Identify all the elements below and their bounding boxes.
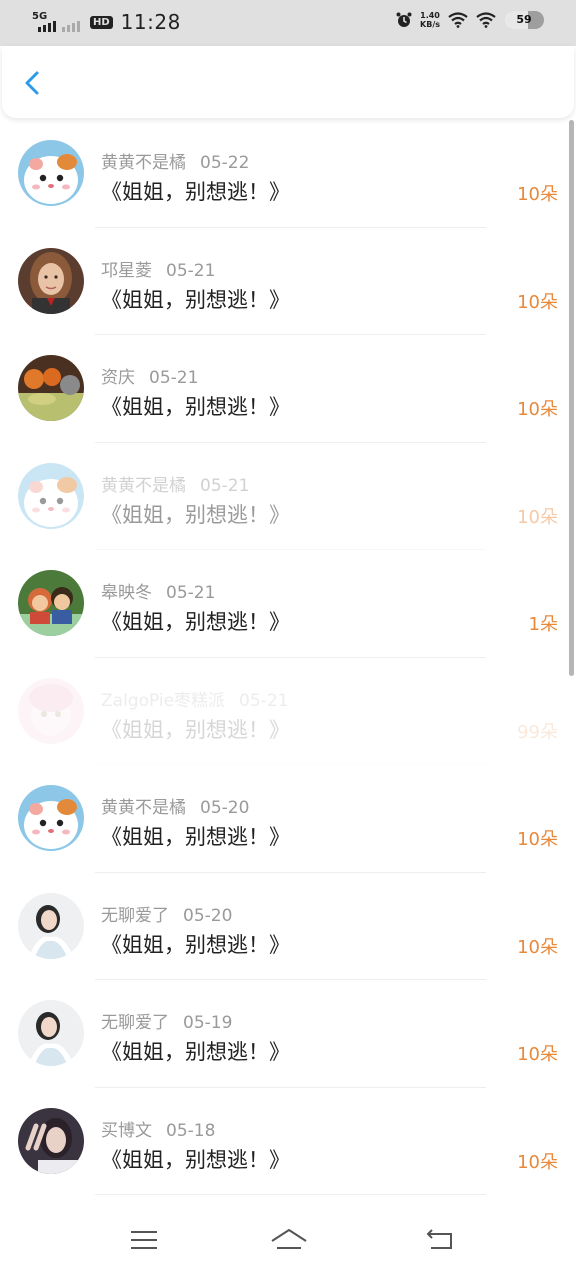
flower-count: 10朵 [517,1151,558,1173]
wifi-2-icon [476,12,496,28]
list-item[interactable]: 黄黄不是橘 05-20 《姐姐，别想逃！》 10朵 [0,765,576,873]
flower-count: 10朵 [517,936,558,958]
record-date: 05-21 [239,690,289,711]
network-speed: 1.40 KB/s [420,11,440,29]
username: 邛星菱 [101,260,152,281]
book-title: 《姐姐，别想逃！》 [101,825,290,849]
chevron-left-icon[interactable] [18,68,48,98]
book-title: 《姐姐，别想逃！》 [101,180,290,204]
record-meta: 皋映冬 05-21 [101,578,215,603]
home-icon[interactable] [270,1226,308,1254]
username: 买博文 [101,1120,152,1141]
list-item[interactable]: 买博文 05-18 《姐姐，别想逃！》 10朵 [0,1088,576,1195]
avatar[interactable] [18,140,84,206]
menu-icon[interactable] [127,1226,161,1254]
alarm-icon [396,12,412,27]
avatar[interactable] [18,247,84,314]
scrollbar[interactable] [569,120,574,676]
wifi-icon [448,12,468,28]
book-title: 《姐姐，别想逃！》 [101,395,290,419]
username: 黄黄不是橘 [101,153,186,173]
record-meta: 资庆 05-21 [101,363,198,388]
book-title: 《姐姐，别想逃！》 [101,1147,290,1172]
record-meta: 黄黄不是橘 05-22 [101,148,249,173]
list-item[interactable]: 邛星菱 05-21 《姐姐，别想逃！》 10朵 [0,228,576,335]
battery-percent: 59 [516,13,532,26]
avatar[interactable] [18,462,84,529]
book-title: 《姐姐，别想逃！》 [101,1040,290,1064]
record-date: 05-20 [200,798,250,818]
record-date: 05-18 [166,1120,216,1141]
avatar[interactable] [18,785,84,851]
username: 皋映冬 [101,583,152,603]
book-title: 《姐姐，别想逃！》 [101,932,290,957]
speed-value: 1.40 [420,11,440,20]
record-meta: ZalgoPie枣糕派 05-21 [101,686,288,711]
avatar[interactable] [18,570,84,636]
flower-count: 99朵 [517,721,558,743]
signal-icon: 5G [32,12,56,32]
flower-count: 10朵 [517,399,558,420]
record-meta: 黄黄不是橘 05-21 [101,471,249,496]
record-date: 05-22 [200,153,250,173]
list-item[interactable]: ZalgoPie枣糕派 05-21 《姐姐，别想逃！》 99朵 [0,658,576,765]
record-date: 05-20 [183,905,233,926]
avatar[interactable] [18,677,84,744]
back-arrow-icon[interactable] [423,1226,457,1254]
book-title: 《姐姐，别想逃！》 [101,717,290,742]
flower-count: 10朵 [517,291,558,313]
record-meta: 无聊爱了 05-19 [101,1008,232,1033]
username: 无聊爱了 [101,1013,169,1033]
username: 黄黄不是橘 [101,475,186,496]
username: ZalgoPie枣糕派 [101,690,226,711]
avatar[interactable] [18,355,84,421]
record-date: 05-19 [183,1013,233,1033]
list-item[interactable]: 皋映冬 05-21 《姐姐，别想逃！》 1朵 [0,550,576,658]
flower-count: 10朵 [517,829,558,850]
speed-unit: KB/s [420,20,440,29]
flower-count: 10朵 [517,506,558,528]
list-item[interactable]: 无聊爱了 05-19 《姐姐，别想逃！》 10朵 [0,980,576,1088]
avatar[interactable] [18,1000,84,1066]
gift-record-list: 黄黄不是橘 05-22 《姐姐，别想逃！》 10朵 邛星菱 05-21 《姐姐，别想逃！》 1… [0,120,576,1195]
record-date: 05-21 [200,475,250,496]
list-item[interactable]: 黄黄不是橘 05-22 《姐姐，别想逃！》 10朵 [0,120,576,228]
divider [95,1194,486,1195]
record-meta: 无聊爱了 05-20 [101,901,232,926]
record-meta: 买博文 05-18 [101,1116,215,1141]
username: 无聊爱了 [101,905,169,926]
system-nav-bar [0,1196,576,1280]
status-bar: 5G HD 11:28 1.40 KB/s 59 [0,0,576,46]
top-bar [2,46,574,118]
username: 黄黄不是橘 [101,798,186,818]
list-item[interactable]: 无聊爱了 05-20 《姐姐，别想逃！》 10朵 [0,873,576,980]
record-date: 05-21 [166,583,216,603]
avatar[interactable] [18,1107,84,1174]
hd-badge: HD [90,15,113,29]
flower-count: 10朵 [517,1044,558,1065]
record-meta: 黄黄不是橘 05-20 [101,793,249,818]
flower-count: 10朵 [517,184,558,205]
book-title: 《姐姐，别想逃！》 [101,502,290,527]
book-title: 《姐姐，别想逃！》 [101,287,290,312]
record-meta: 邛星菱 05-21 [101,256,215,281]
avatar[interactable] [18,892,84,959]
record-date: 05-21 [166,260,216,281]
record-date: 05-21 [149,368,199,388]
battery-icon: 59 [504,11,544,29]
clock: 11:28 [120,10,181,34]
list-item[interactable]: 黄黄不是橘 05-21 《姐姐，别想逃！》 10朵 [0,443,576,550]
username: 资庆 [101,368,135,388]
flower-count: 1朵 [528,614,558,635]
book-title: 《姐姐，别想逃！》 [101,610,290,634]
list-item[interactable]: 资庆 05-21 《姐姐，别想逃！》 10朵 [0,335,576,443]
signal-2-icon [62,12,82,32]
